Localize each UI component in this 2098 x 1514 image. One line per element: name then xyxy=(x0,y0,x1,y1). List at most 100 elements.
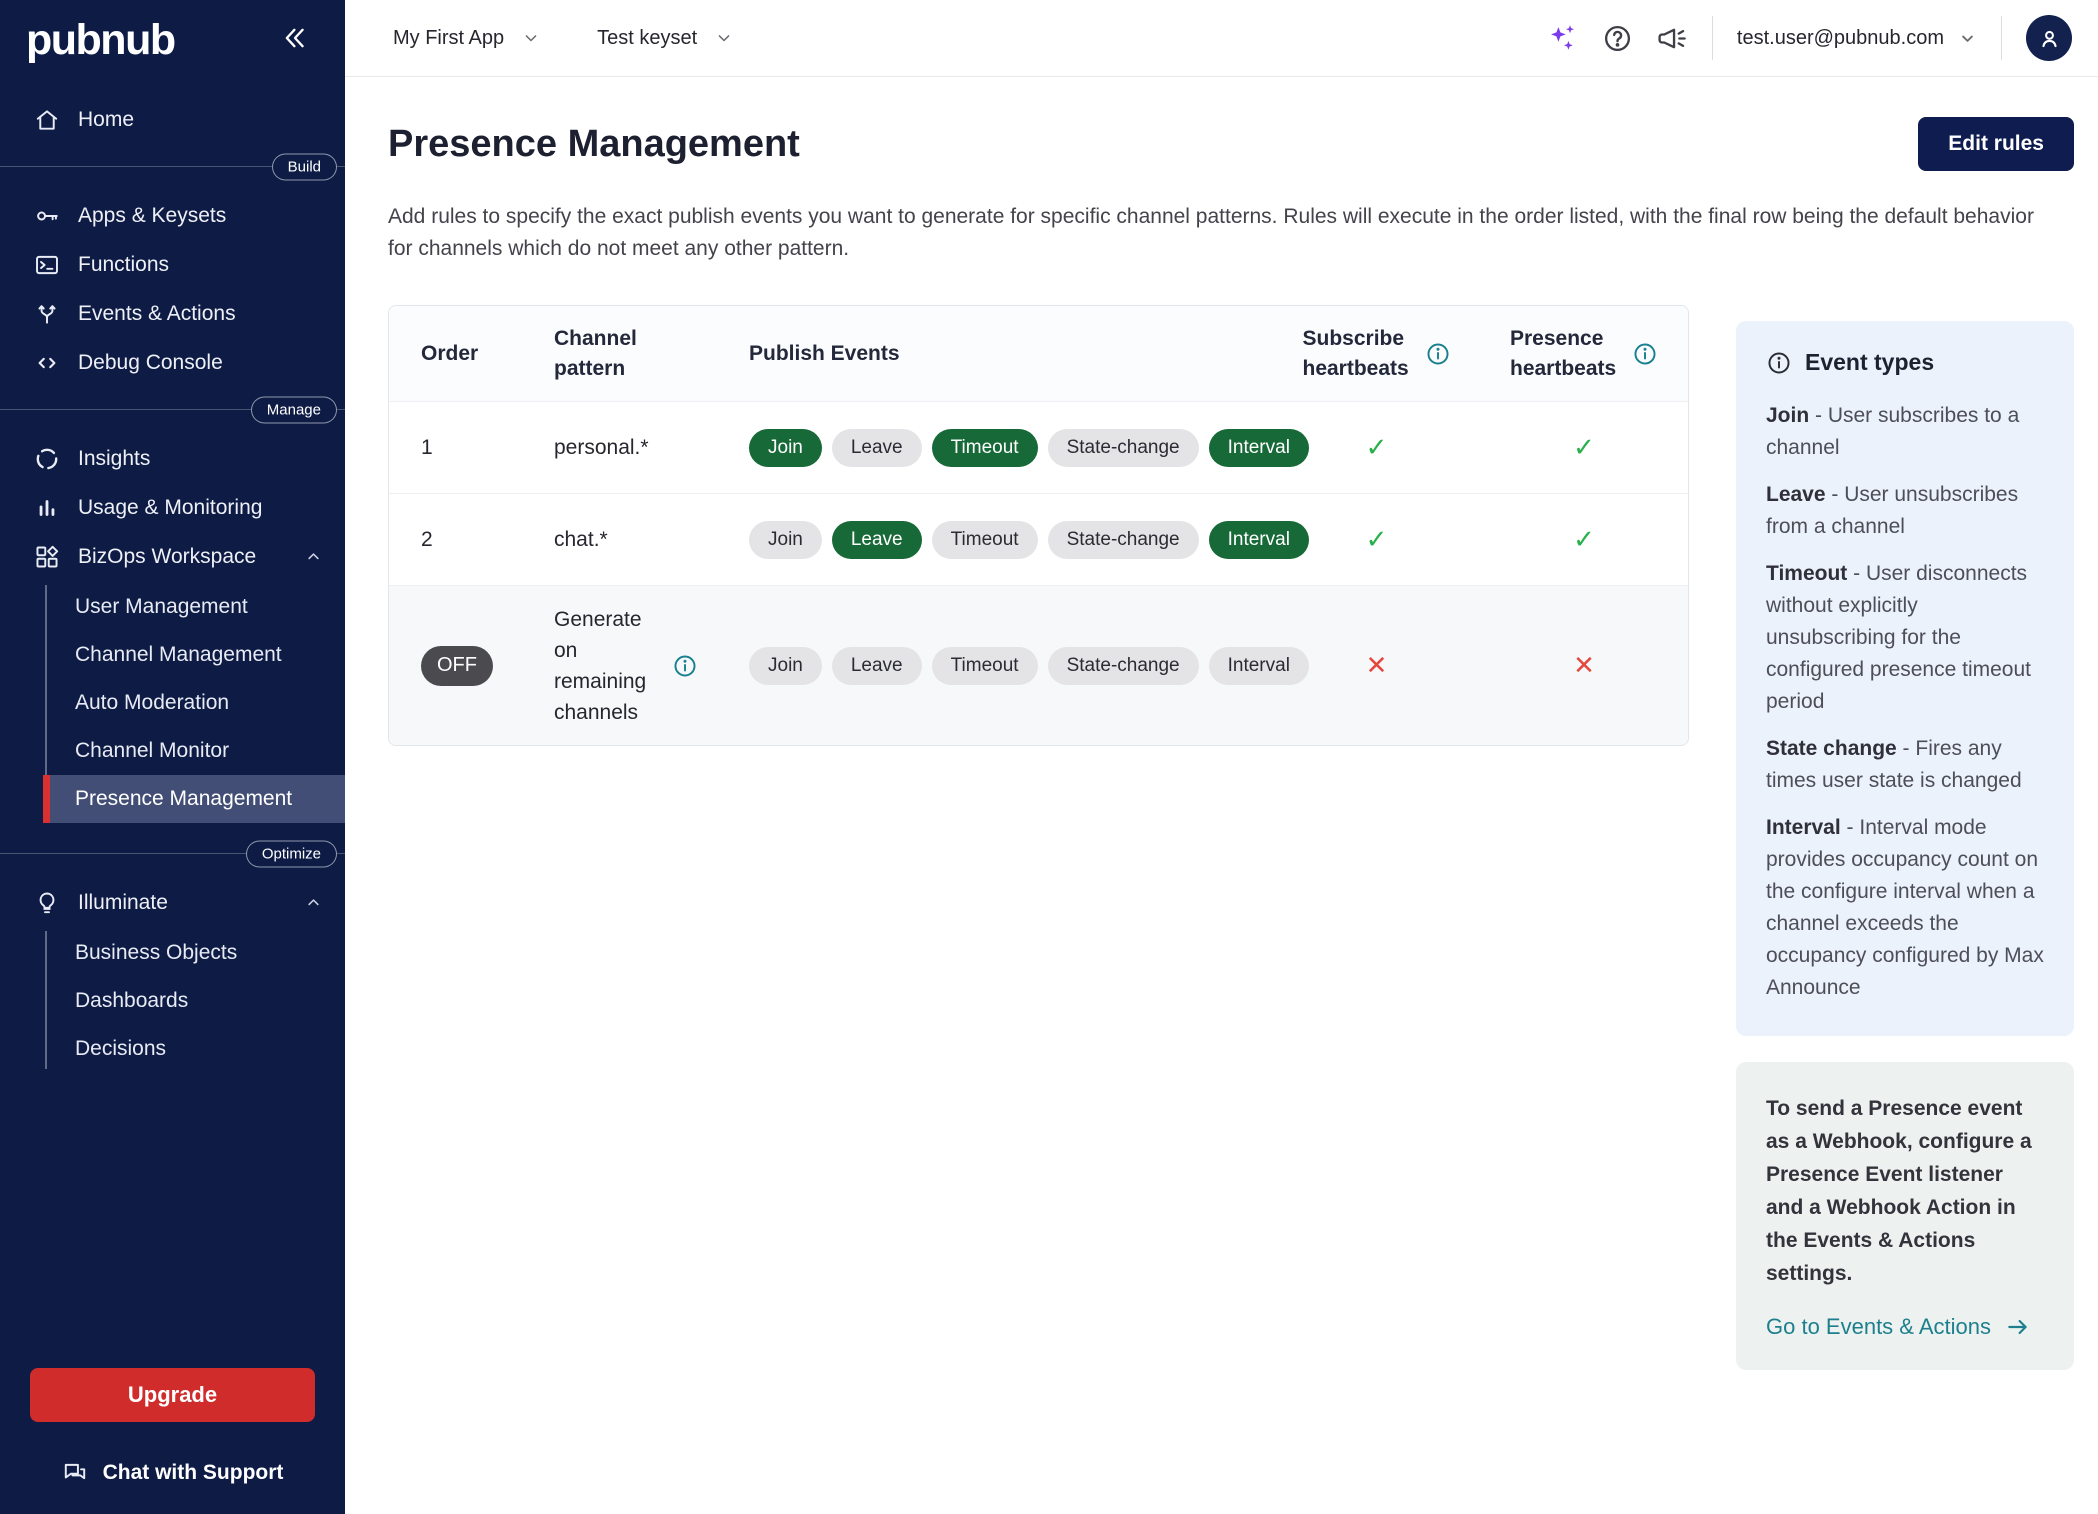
rule-order-cell: 2 xyxy=(389,528,519,552)
sidebar-collapse-icon[interactable] xyxy=(281,24,309,52)
rule-pattern: Generate on remaining channels xyxy=(554,604,656,728)
rule-pattern: chat.* xyxy=(554,528,608,551)
sidebar-item-label: Illuminate xyxy=(78,891,168,915)
page-title: Presence Management xyxy=(388,123,800,166)
sidebar-item-decisions[interactable]: Decisions xyxy=(0,1025,345,1073)
insights-icon xyxy=(33,446,60,472)
col-header-publish-events: Publish Events xyxy=(749,342,1274,366)
col-header-presence-heartbeats: Presence heartbeats xyxy=(1510,324,1658,384)
event-pill-join: Join xyxy=(749,647,822,685)
go-to-events-actions-link[interactable]: Go to Events & Actions xyxy=(1766,1314,2044,1340)
app-selector[interactable]: My First App xyxy=(393,27,541,50)
chat-with-support-label: Chat with Support xyxy=(103,1461,284,1485)
event-pill-timeout: Timeout xyxy=(932,429,1038,467)
help-icon[interactable] xyxy=(1602,23,1633,54)
check-icon: ✓ xyxy=(1366,432,1388,462)
event-pill-timeout: Timeout xyxy=(932,521,1038,559)
rule-pattern: personal.* xyxy=(554,436,649,459)
webhook-info-text: To send a Presence event as a Webhook, c… xyxy=(1766,1092,2044,1290)
check-icon: ✓ xyxy=(1573,524,1595,554)
info-icon[interactable] xyxy=(672,653,698,679)
table-row: OFF Generate on remaining channels Join Lea… xyxy=(389,585,1688,745)
sidebar-item-insights[interactable]: Insights xyxy=(0,434,345,483)
sparkles-icon[interactable] xyxy=(1546,22,1578,54)
event-type-term: Join xyxy=(1766,404,1809,427)
main-area: My First App Test keyset test.user@pu xyxy=(345,0,2098,1514)
topbar-divider xyxy=(2001,16,2002,60)
sidebar-item-events-actions[interactable]: Events & Actions xyxy=(0,289,345,338)
event-type-term: Timeout xyxy=(1766,562,1847,585)
sidebar-item-auto-moderation[interactable]: Auto Moderation xyxy=(0,679,345,727)
info-icon[interactable] xyxy=(1632,341,1658,367)
rule-order: 2 xyxy=(421,528,433,551)
arrow-right-icon xyxy=(2005,1314,2031,1340)
event-pill-state-change: State-change xyxy=(1048,429,1199,467)
chevron-up-icon xyxy=(304,893,323,912)
sidebar-nav: Home Build Apps & KeysetsFunctionsEvents &… xyxy=(0,95,345,1081)
sidebar-item-label: Insights xyxy=(78,447,150,471)
topbar-right: test.user@pubnub.com xyxy=(1546,15,2072,61)
pubnub-logo: pubnub xyxy=(26,16,175,64)
rule-order: 1 xyxy=(421,436,433,459)
check-icon: ✓ xyxy=(1573,432,1595,462)
section-badge-optimize: Optimize xyxy=(246,840,337,867)
megaphone-icon[interactable] xyxy=(1657,23,1688,54)
cross-icon: ✕ xyxy=(1366,650,1388,680)
chevron-down-icon xyxy=(714,28,734,48)
sidebar-section-divider: Build xyxy=(0,166,345,167)
upgrade-button[interactable]: Upgrade xyxy=(30,1368,315,1422)
sidebar-item-presence-management[interactable]: Presence Management xyxy=(43,775,345,823)
rule-order-cell: OFF xyxy=(389,646,519,686)
sidebar-item-usage-monitoring[interactable]: Usage & Monitoring xyxy=(0,483,345,532)
col-header-subscribe-heartbeats: Subscribe heartbeats xyxy=(1303,324,1451,384)
rule-pattern-cell: chat.* xyxy=(519,528,749,552)
sidebar-item-channel-management[interactable]: Channel Management xyxy=(0,631,345,679)
terminal-icon xyxy=(33,252,60,278)
event-type-entry: Leave - User unsubscribes from a channel xyxy=(1766,479,2044,543)
page-header: Presence Management Edit rules xyxy=(388,117,2074,171)
sidebar-section-divider: Manage xyxy=(0,409,345,410)
sidebar-item-home[interactable]: Home xyxy=(0,95,345,144)
content-row: Order Channel pattern Publish Events Sub… xyxy=(388,305,2074,1370)
chat-icon xyxy=(62,1460,89,1486)
chevron-down-icon xyxy=(1958,29,1977,48)
presence-heartbeat-status: ✕ xyxy=(1573,650,1595,681)
event-type-entry: Timeout - User disconnects without expli… xyxy=(1766,558,2044,718)
presence-heartbeat-status: ✓ xyxy=(1573,432,1595,463)
sidebar-item-business-objects[interactable]: Business Objects xyxy=(0,929,345,977)
event-pill-state-change: State-change xyxy=(1048,647,1199,685)
event-type-term: Interval xyxy=(1766,816,1841,839)
rules-table: Order Channel pattern Publish Events Sub… xyxy=(388,305,1689,746)
event-type-term: State change xyxy=(1766,737,1897,760)
sidebar-item-user-management[interactable]: User Management xyxy=(0,583,345,631)
go-to-events-actions-label: Go to Events & Actions xyxy=(1766,1314,1991,1340)
sidebar-item-label: Debug Console xyxy=(78,351,223,375)
topbar: My First App Test keyset test.user@pu xyxy=(345,0,2098,77)
event-types-header: Event types xyxy=(1766,349,2044,376)
keyset-selector[interactable]: Test keyset xyxy=(597,27,734,50)
sidebar-item-dashboards[interactable]: Dashboards xyxy=(0,977,345,1025)
sidebar-item-debug-console[interactable]: Debug Console xyxy=(0,338,345,387)
event-type-term: Leave xyxy=(1766,483,1826,506)
sidebar-bottom: Upgrade Chat with Support xyxy=(0,1368,345,1514)
sidebar-item-functions[interactable]: Functions xyxy=(0,240,345,289)
sidebar-item-label: BizOps Workspace xyxy=(78,545,256,569)
user-email: test.user@pubnub.com xyxy=(1737,27,1944,50)
event-pill-leave: Leave xyxy=(832,429,922,467)
section-badge-build: Build xyxy=(272,153,337,180)
event-pill-join: Join xyxy=(749,521,822,559)
avatar[interactable] xyxy=(2026,15,2072,61)
sidebar-section-divider: Optimize xyxy=(0,853,345,854)
sidebar-item-apps-keysets[interactable]: Apps & Keysets xyxy=(0,191,345,240)
info-icon[interactable] xyxy=(1425,341,1451,367)
check-icon: ✓ xyxy=(1366,524,1388,554)
event-pill-interval: Interval xyxy=(1209,429,1309,467)
event-types-list: Join - User subscribes to a channelLeave… xyxy=(1766,400,2044,1004)
sidebar-item-illuminate[interactable]: Illuminate xyxy=(0,878,345,927)
chat-with-support-button[interactable]: Chat with Support xyxy=(0,1460,345,1486)
user-account-menu[interactable]: test.user@pubnub.com xyxy=(1737,27,1977,50)
sidebar-item-channel-monitor[interactable]: Channel Monitor xyxy=(0,727,345,775)
edit-rules-button[interactable]: Edit rules xyxy=(1918,117,2074,171)
event-pill-leave: Leave xyxy=(832,647,922,685)
sidebar-item-bizops-workspace[interactable]: BizOps Workspace xyxy=(0,532,345,581)
